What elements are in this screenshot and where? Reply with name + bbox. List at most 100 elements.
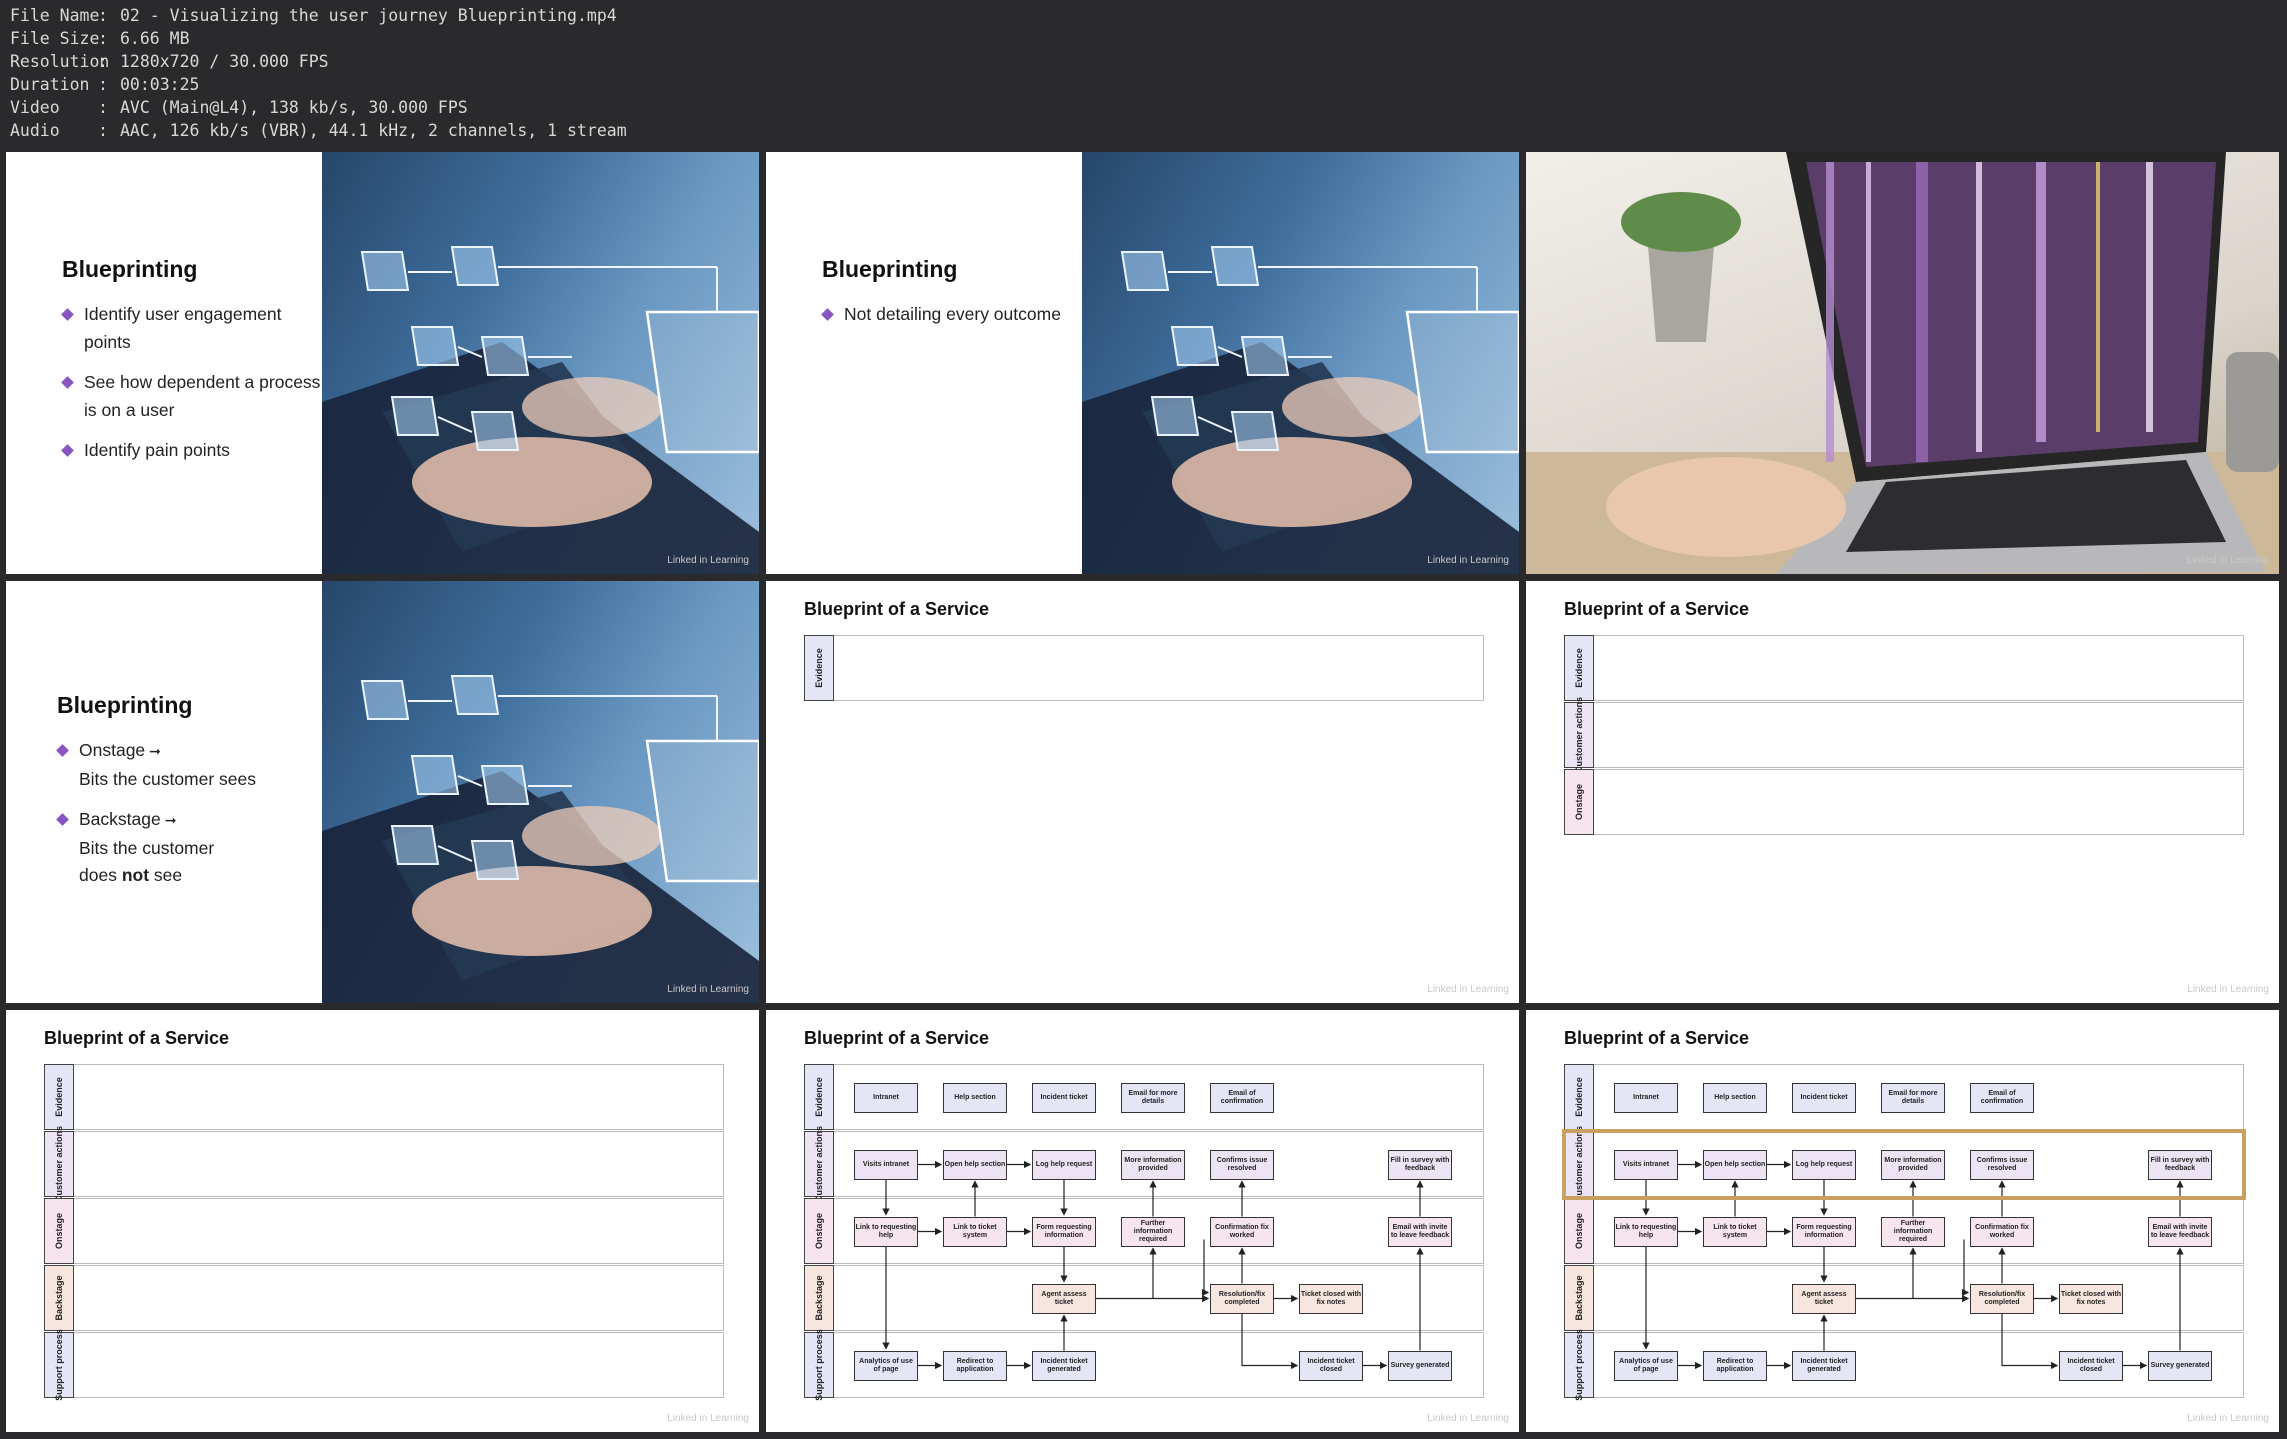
blueprint-node: Intranet xyxy=(854,1082,918,1113)
blueprint-node: Survey generated xyxy=(2148,1350,2212,1381)
linkedin-learning-logo: Linked in Learning xyxy=(2187,555,2269,566)
blueprint-node: Incident ticket closed xyxy=(2059,1350,2123,1381)
slide-title: Blueprinting xyxy=(57,692,193,718)
blueprint-node: Email of confirmation xyxy=(1970,1082,2034,1113)
bullet-item: Identify user engagement points xyxy=(61,301,322,356)
file-info-key: Resolution xyxy=(10,52,110,71)
file-info-separator: : xyxy=(98,75,108,94)
swimlane-body xyxy=(1594,635,2244,701)
swimlane-label: Evidence xyxy=(1564,635,1594,701)
blueprint-node: Confirms issue resolved xyxy=(1210,1149,1274,1180)
swimlane: Onstage xyxy=(1564,769,2244,835)
blueprint-node: Link to ticket system xyxy=(943,1216,1007,1247)
blueprint-node: Open help section xyxy=(943,1149,1007,1180)
bullet-item: Backstage ➞ Bits the customer does not see xyxy=(56,806,322,890)
file-info-row: Video: AVC (Main@L4), 138 kb/s, 30.000 FP… xyxy=(10,96,2287,119)
blueprint-node: Intranet xyxy=(1614,1082,1678,1113)
swimlane: Customer actions xyxy=(44,1126,724,1202)
bullet-list: Onstage ➞ Bits the customer sees Backstage… xyxy=(56,737,322,890)
blueprint-node: Log help request xyxy=(1032,1149,1096,1180)
broken-laptop-photo xyxy=(1526,152,2279,574)
swimlane-body xyxy=(74,1265,724,1331)
blueprint-node: Link to requesting help xyxy=(854,1216,918,1247)
blueprint-node: Visits intranet xyxy=(854,1149,918,1180)
swimlane-body xyxy=(834,635,1484,701)
swimlane: Customer actions xyxy=(1564,697,2244,773)
swimlane-label: Evidence xyxy=(44,1064,74,1130)
blueprint-node: Email for more details xyxy=(1881,1082,1945,1113)
swimlane-body xyxy=(74,1332,724,1398)
customer-actions-highlight xyxy=(1562,1129,2246,1200)
file-info-separator: : xyxy=(98,6,108,25)
swimlane: Evidence xyxy=(44,1064,724,1130)
blueprint-node: Ticket closed with fix notes xyxy=(2059,1283,2123,1314)
file-info-value: 6.66 MB xyxy=(120,29,190,48)
blueprint-node: Email with invite to leave feedback xyxy=(1388,1216,1452,1247)
blueprint-node: Help section xyxy=(943,1082,1007,1113)
linkedin-learning-logo: Linked in Learning xyxy=(2187,984,2269,995)
blueprint-node: Analytics of use of page xyxy=(854,1350,918,1381)
bullet-diamond-icon xyxy=(61,444,74,457)
swimlane-label: Evidence xyxy=(804,635,834,701)
linkedin-learning-logo: Linked in Learning xyxy=(1427,984,1509,995)
swimlane: Evidence xyxy=(804,635,1484,701)
blueprint-node: Agent assess ticket xyxy=(1792,1283,1856,1314)
blueprint-node: Email of confirmation xyxy=(1210,1082,1274,1113)
file-info-value: 00:03:25 xyxy=(120,75,200,94)
file-info-value: AVC (Main@L4), 138 kb/s, 30.000 FPS xyxy=(120,98,468,117)
blueprint-node: Confirmation fix worked xyxy=(1970,1216,2034,1247)
file-info-separator: : xyxy=(98,29,108,48)
file-info-key: Audio xyxy=(10,121,60,140)
file-info-row: File Name:02 - Visualizing the user jour… xyxy=(10,4,2287,27)
bullet-item: See how dependent a process is on a user xyxy=(61,369,322,424)
swimlane-label: Onstage xyxy=(1564,769,1594,835)
thumbnail-8: Blueprint of a Service Linked in Learning… xyxy=(766,1010,1519,1432)
blueprint-node: Incident ticket generated xyxy=(1032,1350,1096,1381)
blueprint-node: Ticket closed with fix notes xyxy=(1299,1283,1363,1314)
bullet-list: Identify user engagement points See how d… xyxy=(61,301,322,465)
thumbnail-7: Blueprint of a Service Linked in Learning… xyxy=(6,1010,759,1432)
blueprint-heading: Blueprint of a Service xyxy=(804,599,990,619)
swimlane-label: Backstage xyxy=(44,1265,74,1331)
file-info-value: AAC, 126 kb/s (VBR), 44.1 kHz, 2 channel… xyxy=(120,121,627,140)
blueprint-node: Link to ticket system xyxy=(1703,1216,1767,1247)
swimlane-body xyxy=(74,1064,724,1130)
swimlane-body xyxy=(74,1131,724,1197)
linkedin-learning-logo: Linked in Learning xyxy=(1427,555,1509,566)
swimlane-label: Onstage xyxy=(44,1198,74,1264)
blueprint-heading: Blueprint of a Service xyxy=(1564,599,1750,619)
file-info-row: File Size:6.66 MB xyxy=(10,27,2287,50)
blueprint-node: More information provided xyxy=(1121,1149,1185,1180)
blueprint-node: Link to requesting help xyxy=(1614,1216,1678,1247)
file-info-row: Audio: AAC, 126 kb/s (VBR), 44.1 kHz, 2 c… xyxy=(10,119,2287,142)
blueprint-node: Form requesting information xyxy=(1792,1216,1856,1247)
laptop-flowchart-photo xyxy=(322,152,759,574)
thumbnail-1: Blueprinting Identify user engagement po… xyxy=(6,152,759,574)
linkedin-learning-logo: Linked in Learning xyxy=(667,555,749,566)
blueprint-node: Incident ticket closed xyxy=(1299,1350,1363,1381)
bullet-item: Identify pain points xyxy=(61,437,322,465)
swimlane: Onstage xyxy=(44,1198,724,1264)
swimlane-body xyxy=(1594,769,2244,835)
file-info-key: Video xyxy=(10,98,60,117)
bullet-diamond-icon xyxy=(61,376,74,389)
swimlane-body xyxy=(74,1198,724,1264)
blueprint-node: Incident ticket xyxy=(1032,1082,1096,1113)
swimlane-label: Support process xyxy=(44,1329,74,1401)
file-info-row: Duration:00:03:25 xyxy=(10,73,2287,96)
blueprint-node: Fill in survey with feedback xyxy=(1388,1149,1452,1180)
file-info-key: File Name xyxy=(10,6,100,25)
thumbnail-6: Blueprint of a Service Linked in Learning… xyxy=(1526,581,2279,1003)
blueprint-node: Resolution/fix completed xyxy=(1970,1283,2034,1314)
file-info-value: 02 - Visualizing the user journey Bluepr… xyxy=(120,6,617,25)
file-info-key: File Size xyxy=(10,29,100,48)
bullet-item: Onstage ➞ Bits the customer sees xyxy=(56,737,322,793)
slide-text: Blueprinting Onstage ➞ Bits the customer s… xyxy=(56,692,322,903)
file-info-key: Duration xyxy=(10,75,90,94)
blueprint-node: Help section xyxy=(1703,1082,1767,1113)
swimlane-label: Customer actions xyxy=(44,1126,74,1202)
blueprint-heading: Blueprint of a Service xyxy=(44,1028,230,1048)
slide-text: Blueprinting Not detailing every outcome xyxy=(821,256,1082,342)
blueprint-node: Redirect to application xyxy=(943,1350,1007,1381)
swimlane: Evidence xyxy=(1564,635,2244,701)
